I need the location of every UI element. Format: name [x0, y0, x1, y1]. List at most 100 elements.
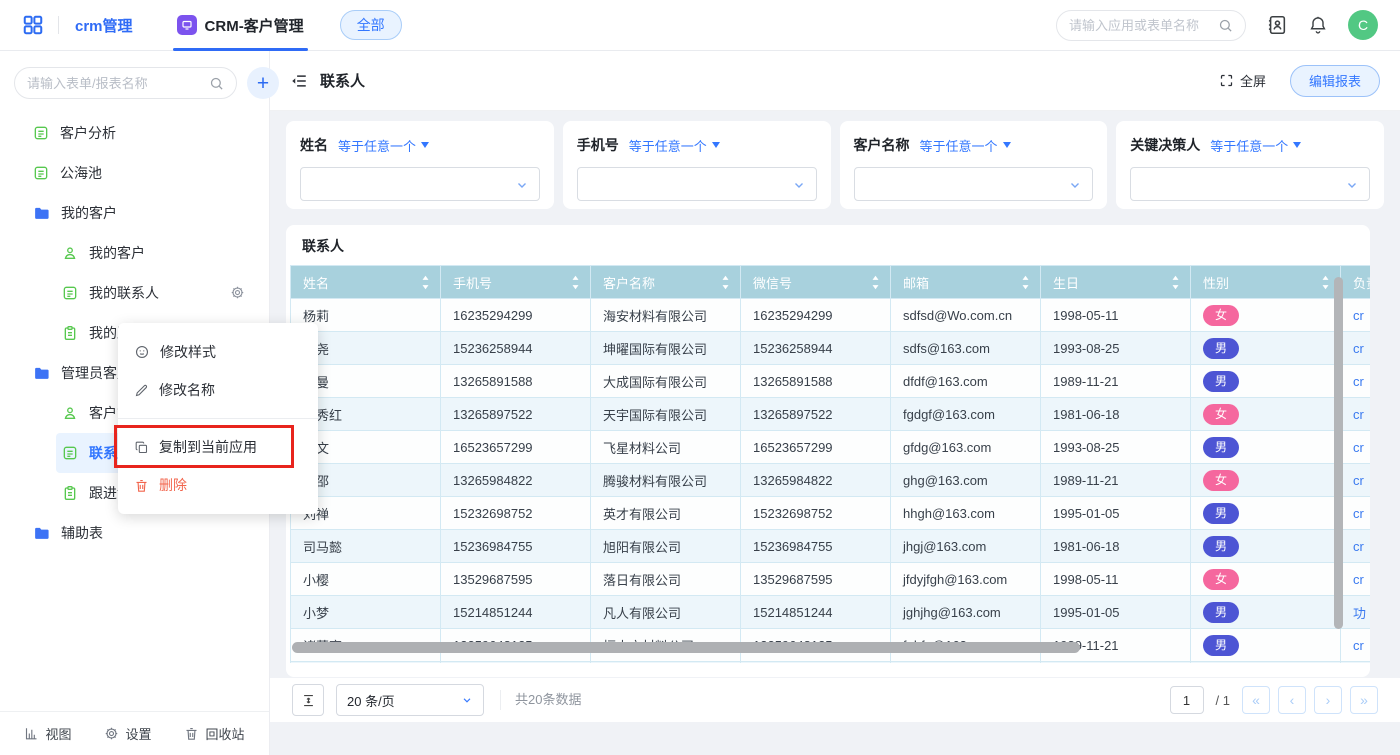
sort-icon[interactable]: [1021, 275, 1030, 290]
menu-item-4[interactable]: 删除: [118, 466, 318, 504]
filter-value-select[interactable]: [854, 167, 1094, 201]
address-book-icon[interactable]: [1266, 14, 1288, 36]
owner-link[interactable]: cr: [1353, 341, 1364, 356]
sidebar-search-input[interactable]: [27, 76, 203, 91]
global-search-input[interactable]: [1069, 18, 1212, 33]
owner-link[interactable]: cr: [1353, 407, 1364, 422]
horizontal-scrollbar[interactable]: [292, 642, 1080, 653]
table-row[interactable]: 小邵13265984822腾骏材料有限公司13265984822ghg@163.…: [291, 464, 1371, 497]
owner-link[interactable]: cr: [1353, 638, 1364, 653]
column-header-7[interactable]: 负责人: [1341, 266, 1371, 299]
table-row[interactable]: 小樱13529687595落日有限公司13529687595jfdyjfgh@1…: [291, 563, 1371, 596]
sidebar-item-10[interactable]: 辅助表: [0, 513, 269, 553]
filter-value-select[interactable]: [577, 167, 817, 201]
table-row[interactable]: 小曼13265891588大成国际有限公司13265891588dfdf@163…: [291, 365, 1371, 398]
clipboard-icon: [62, 485, 78, 501]
gender-cell: 女: [1191, 464, 1341, 497]
owner-link[interactable]: cr: [1353, 308, 1364, 323]
owner-link[interactable]: cr: [1353, 572, 1364, 587]
cell: jghjhg@163.com: [891, 596, 1041, 629]
column-header-5[interactable]: 生日: [1041, 266, 1191, 299]
column-header-3[interactable]: 微信号: [741, 266, 891, 299]
table-row[interactable]: 司马懿15236984755旭阳有限公司15236984755jhgj@163.…: [291, 530, 1371, 563]
sort-icon[interactable]: [871, 275, 880, 290]
owner-link[interactable]: cr: [1353, 473, 1364, 488]
owner-link[interactable]: cr: [1353, 539, 1364, 554]
page-size-select[interactable]: 20 条/页: [336, 684, 484, 716]
table-row[interactable]: 小乔13530684022利民织造公司13530684022kjhjh@163.…: [291, 662, 1371, 664]
table-row[interactable]: 小尧15236258944坤曜国际有限公司15236258944sdfs@163…: [291, 332, 1371, 365]
menu-item-0[interactable]: 修改样式: [118, 333, 318, 371]
gender-cell: 女: [1191, 563, 1341, 596]
trash-footer-button[interactable]: 回收站: [184, 724, 244, 743]
global-search[interactable]: [1056, 10, 1246, 41]
sort-icon[interactable]: [421, 275, 430, 290]
filter-operator-dropdown[interactable]: 等于任意一个: [920, 136, 1011, 155]
column-header-4[interactable]: 邮箱: [891, 266, 1041, 299]
table-row[interactable]: 刘禅15232698752英才有限公司15232698752hhgh@163.c…: [291, 497, 1371, 530]
cell: 1995-01-05: [1041, 497, 1191, 530]
cell: 1993-08-25: [1041, 332, 1191, 365]
filter-value-select[interactable]: [1130, 167, 1370, 201]
column-header-6[interactable]: 性别: [1191, 266, 1341, 299]
sort-icon[interactable]: [571, 275, 580, 290]
double-right-page-button[interactable]: »: [1350, 686, 1378, 714]
sort-icon[interactable]: [1171, 275, 1180, 290]
double-left-page-button[interactable]: «: [1242, 686, 1270, 714]
app-tab-crm[interactable]: CRM-客户管理: [173, 0, 308, 51]
table-row[interactable]: 小文16523657299飞星材料公司16523657299gfdg@163.c…: [291, 431, 1371, 464]
app-grid-icon[interactable]: [22, 14, 44, 36]
fullscreen-button[interactable]: 全屏: [1219, 71, 1266, 90]
sidebar-item-4[interactable]: 我的联系人: [0, 273, 269, 313]
cell: 15236258944: [441, 332, 591, 365]
owner-cell: cr: [1341, 530, 1371, 563]
cell: 落日有限公司: [591, 563, 741, 596]
owner-cell: cr: [1341, 332, 1371, 365]
chart-footer-button[interactable]: 视图: [24, 724, 71, 743]
filter-field-label: 姓名: [300, 135, 328, 155]
filter-all-pill[interactable]: 全部: [340, 10, 402, 40]
cell: 16523657299: [441, 431, 591, 464]
add-form-button[interactable]: +: [247, 67, 279, 99]
page-number-input[interactable]: [1170, 686, 1204, 714]
filter-operator-dropdown[interactable]: 等于任意一个: [1210, 136, 1301, 155]
filter-operator-dropdown[interactable]: 等于任意一个: [338, 136, 429, 155]
sidebar-search[interactable]: [14, 67, 237, 99]
sidebar-item-2[interactable]: 我的客户: [0, 193, 269, 233]
cell: 15214851244: [441, 596, 591, 629]
context-menu: 修改样式修改名称复制到当前应用删除: [118, 323, 318, 514]
menu-item-1[interactable]: 修改名称: [118, 371, 318, 409]
table-row[interactable]: 杨莉16235294299海安材料有限公司16235294299sdfsd@Wo…: [291, 299, 1371, 332]
sidebar-item-1[interactable]: 公海池: [0, 153, 269, 193]
owner-link[interactable]: cr: [1353, 506, 1364, 521]
caret-down-icon: [712, 142, 720, 148]
column-header-0[interactable]: 姓名: [291, 266, 441, 299]
cell: 坤曜国际有限公司: [591, 332, 741, 365]
user-avatar[interactable]: C: [1348, 10, 1378, 40]
menu-item-3[interactable]: 复制到当前应用: [118, 428, 318, 466]
item-settings-gear-icon[interactable]: [230, 285, 245, 300]
owner-cell: cr: [1341, 464, 1371, 497]
sort-icon[interactable]: [1321, 275, 1330, 290]
table-row[interactable]: 小梦15214851244凡人有限公司15214851244jghjhg@163…: [291, 596, 1371, 629]
sort-icon[interactable]: [721, 275, 730, 290]
collapse-sidebar-icon[interactable]: [290, 72, 308, 90]
notification-bell-icon[interactable]: [1308, 15, 1328, 35]
filter-value-select[interactable]: [300, 167, 540, 201]
workspace-link[interactable]: crm管理: [75, 15, 133, 36]
column-header-2[interactable]: 客户名称: [591, 266, 741, 299]
sidebar-item-3[interactable]: 我的客户: [0, 233, 269, 273]
filter-operator-dropdown[interactable]: 等于任意一个: [629, 136, 720, 155]
row-height-button[interactable]: [292, 684, 324, 716]
table-row[interactable]: 张秀红13265897522天宇国际有限公司13265897522fgdgf@1…: [291, 398, 1371, 431]
owner-link[interactable]: 功: [1353, 606, 1366, 621]
sidebar-item-0[interactable]: 客户分析: [0, 113, 269, 153]
left-page-button[interactable]: ‹: [1278, 686, 1306, 714]
owner-link[interactable]: cr: [1353, 374, 1364, 389]
right-page-button[interactable]: ›: [1314, 686, 1342, 714]
vertical-scrollbar[interactable]: [1334, 277, 1343, 629]
column-header-1[interactable]: 手机号: [441, 266, 591, 299]
gear-footer-button[interactable]: 设置: [104, 724, 151, 743]
edit-report-button[interactable]: 编辑报表: [1290, 65, 1380, 97]
owner-link[interactable]: cr: [1353, 440, 1364, 455]
